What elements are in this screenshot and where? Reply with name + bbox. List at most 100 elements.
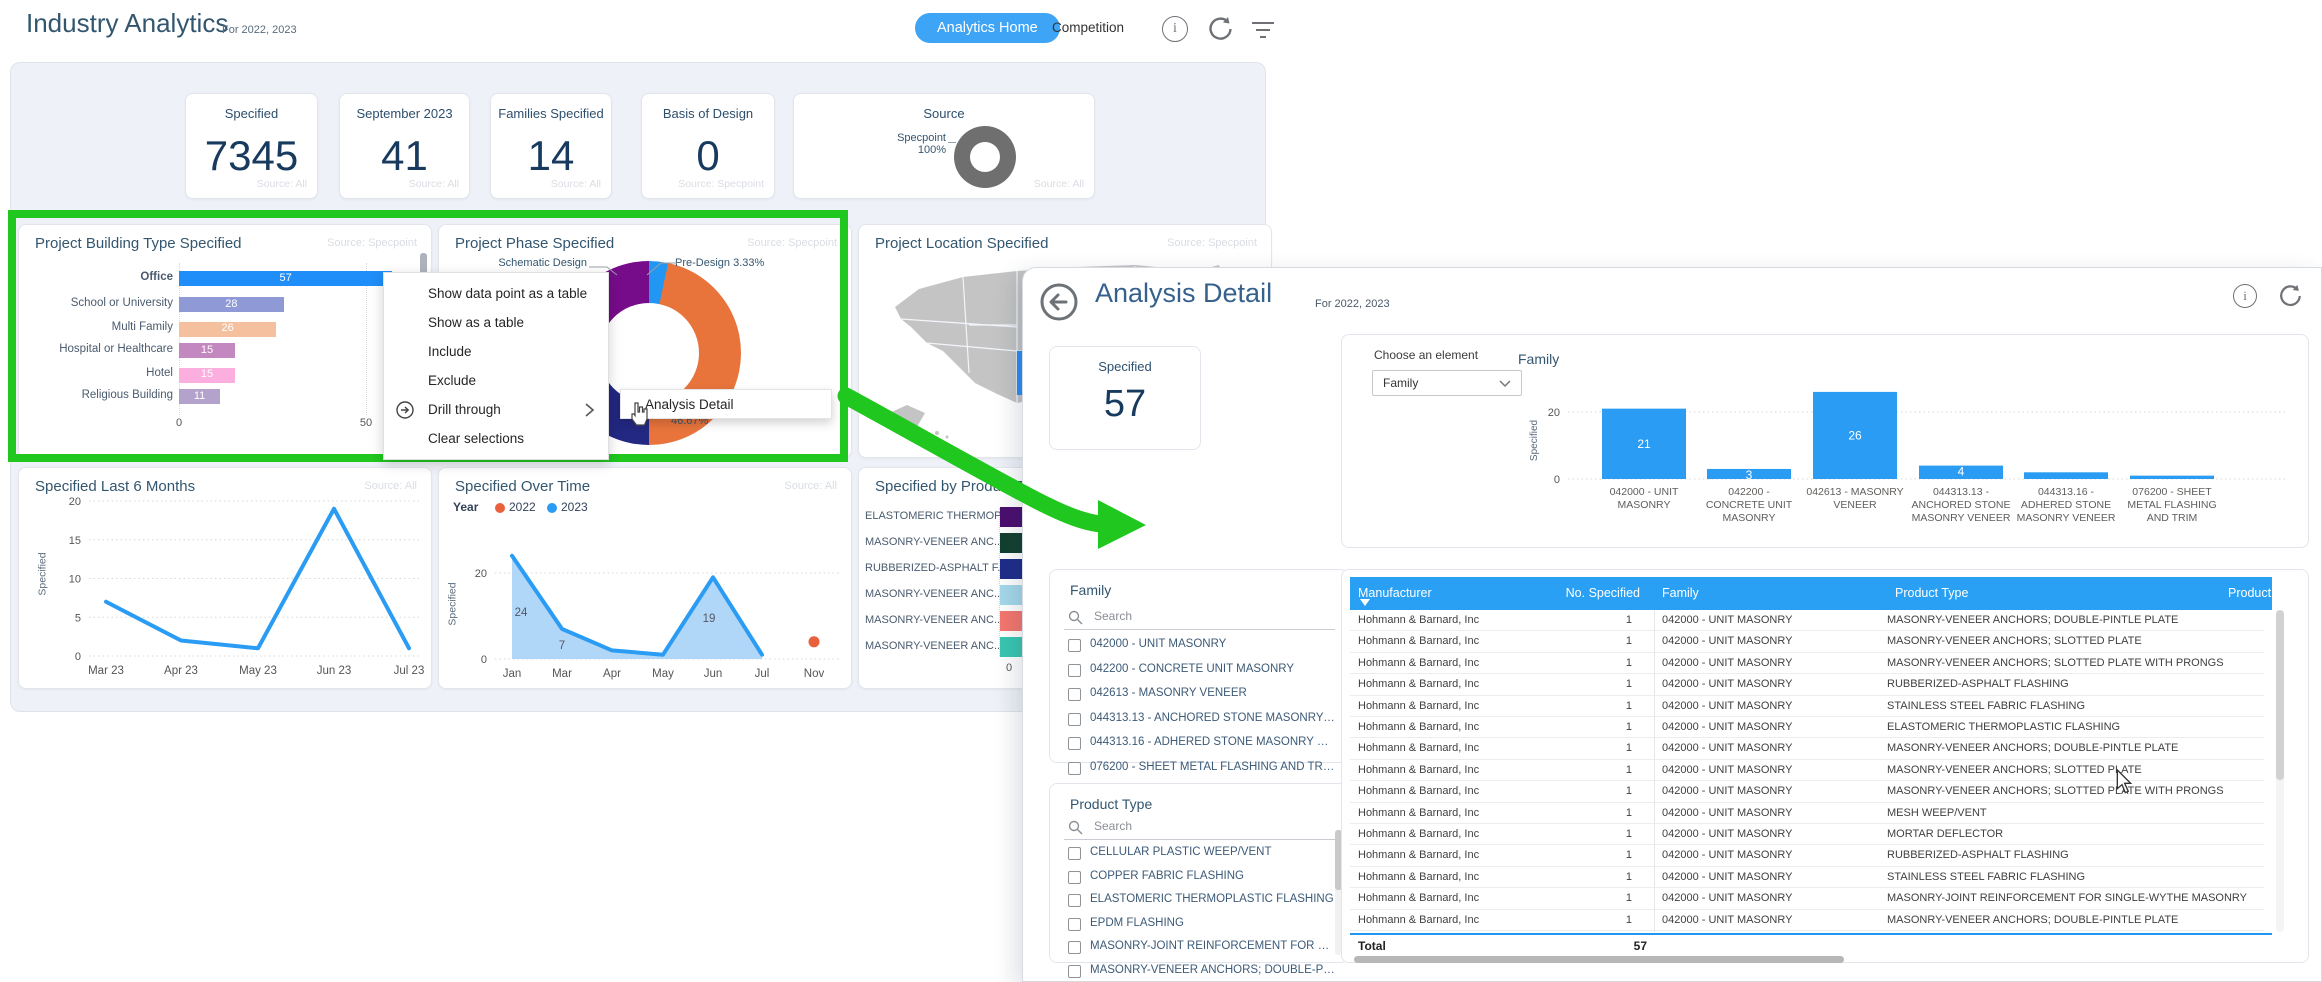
menu-item-clear-selections[interactable]: Clear selections (384, 424, 608, 453)
checkbox[interactable] (1068, 965, 1081, 978)
filter-item[interactable]: 044313.13 - ANCHORED STONE MASONRY VENEE… (1066, 710, 1337, 732)
filter-item[interactable]: EPDM FLASHING (1066, 915, 1337, 937)
bar-category-label[interactable]: Hospital or Healthcare (29, 343, 173, 355)
table-row[interactable]: Hohmann & Barnard, Inc1042000 - UNIT MAS… (1350, 803, 2264, 824)
svg-text:AND TRIM: AND TRIM (2147, 512, 2198, 524)
bar-category-label[interactable]: MASONRY-VENEER ANC... (865, 614, 995, 626)
table-row[interactable]: Hohmann & Barnard, Inc1042000 - UNIT MAS… (1350, 631, 2264, 652)
last6-line-svg: 05101520Mar 23Apr 23May 23Jun 23Jul 23 (19, 468, 433, 690)
svg-text:MASONRY VENEER: MASONRY VENEER (2017, 512, 2116, 524)
bar[interactable] (1000, 507, 1023, 527)
bar[interactable] (1000, 559, 1023, 579)
horizontal-scrollbar-thumb[interactable] (1354, 956, 1844, 963)
table-row[interactable]: Hohmann & Barnard, Inc1042000 - UNIT MAS… (1350, 910, 2264, 931)
cell-manufacturer: Hohmann & Barnard, Inc (1358, 614, 1479, 626)
bar-category-label[interactable]: MASONRY-VENEER ANC... (865, 640, 995, 652)
filter-item[interactable]: 044313.16 - ADHERED STONE MASONRY VENEER (1066, 734, 1337, 756)
table-row[interactable]: Hohmann & Barnard, Inc1042000 - UNIT MAS… (1350, 738, 2264, 759)
bar-category-label[interactable]: MASONRY-VENEER ANC... (865, 588, 995, 600)
bar[interactable] (1000, 533, 1023, 553)
menu-item-show-data-point-as-a-table[interactable]: Show data point as a table (384, 279, 608, 308)
refresh-icon[interactable] (2277, 283, 2303, 309)
kpi-title: September 2023 (340, 106, 469, 121)
table-row[interactable]: Hohmann & Barnard, Inc1042000 - UNIT MAS… (1350, 696, 2264, 717)
info-icon[interactable]: i (1162, 16, 1188, 42)
family-search-input[interactable] (1094, 609, 1244, 623)
nav-analytics-home-button[interactable]: Analytics Home (915, 13, 1060, 43)
table-row[interactable]: Hohmann & Barnard, Inc1042000 - UNIT MAS… (1350, 845, 2264, 866)
table-header-family[interactable]: Family (1662, 577, 1699, 609)
menu-item-show-as-a-table[interactable]: Show as a table (384, 308, 608, 337)
info-icon[interactable]: i (2233, 284, 2257, 308)
checkbox[interactable] (1068, 713, 1081, 726)
family-bar[interactable] (2024, 472, 2108, 479)
filter-item[interactable]: 042000 - UNIT MASONRY (1066, 636, 1337, 658)
filter-item[interactable]: COPPER FABRIC FLASHING (1066, 868, 1337, 890)
svg-text:0: 0 (481, 654, 487, 666)
checkbox[interactable] (1068, 871, 1081, 884)
refresh-icon[interactable] (1206, 15, 1234, 43)
kpi-source-label: Source: Specpoint (678, 178, 764, 190)
checkbox[interactable] (1068, 737, 1081, 750)
back-button[interactable] (1039, 282, 1079, 322)
filter-item[interactable]: CELLULAR PLASTIC WEEP/VENT (1066, 844, 1337, 866)
bar-category-label[interactable]: ELASTOMERIC THERMOP... (865, 510, 995, 522)
kpi-card: Families Specified14Source: All (490, 93, 612, 199)
table-row[interactable]: Hohmann & Barnard, Inc1042000 - UNIT MAS… (1350, 867, 2264, 888)
bar-category-label[interactable]: School or University (29, 297, 173, 309)
kpi-source-label: Source: All (551, 178, 601, 190)
bar-category-label[interactable]: Hotel (29, 367, 173, 379)
vertical-scrollbar-thumb[interactable] (2276, 610, 2284, 780)
checkbox[interactable] (1068, 847, 1081, 860)
filter-item[interactable]: ELASTOMERIC THERMOPLASTIC FLASHING (1066, 891, 1337, 913)
nav-competition-button[interactable]: Competition (1052, 20, 1124, 35)
table-header-product[interactable]: Product (2228, 577, 2271, 609)
table-row[interactable]: Hohmann & Barnard, Inc1042000 - UNIT MAS… (1350, 674, 2264, 695)
product-type-search-input[interactable] (1094, 819, 1244, 833)
checkbox[interactable] (1068, 664, 1081, 677)
cell-manufacturer: Hohmann & Barnard, Inc (1358, 678, 1479, 690)
filter-item[interactable]: 042200 - CONCRETE UNIT MASONRY (1066, 661, 1337, 683)
filter-item[interactable]: 076200 - SHEET METAL FLASHING AND TRIM (1066, 759, 1337, 781)
checkbox[interactable] (1068, 639, 1081, 652)
bar[interactable] (1000, 585, 1023, 605)
menu-item-include[interactable]: Include (384, 337, 608, 366)
table-row[interactable]: Hohmann & Barnard, Inc1042000 - UNIT MAS… (1350, 653, 2264, 674)
checkbox[interactable] (1068, 762, 1081, 775)
sort-descending-icon[interactable] (1360, 599, 1370, 606)
bar[interactable] (1000, 637, 1023, 657)
filter-item[interactable]: MASONRY-JOINT REINFORCEMENT FOR SINGLE-W… (1066, 938, 1337, 960)
filter-item[interactable]: MASONRY-VENEER ANCHORS; DOUBLE-PINTLE PL… (1066, 962, 1337, 982)
bar-category-label[interactable]: RUBBERIZED-ASPHALT F... (865, 562, 995, 574)
table-row[interactable]: Hohmann & Barnard, Inc1042000 - UNIT MAS… (1350, 888, 2264, 909)
bar-category-label[interactable]: Religious Building (29, 389, 173, 401)
svg-text:METAL FLASHING: METAL FLASHING (2127, 499, 2216, 511)
bar-category-label[interactable]: Multi Family (29, 321, 173, 333)
checkbox[interactable] (1068, 918, 1081, 931)
chart-title: Project Building Type Specified (35, 235, 242, 252)
checkbox[interactable] (1068, 688, 1081, 701)
kpi-value: 41 (340, 132, 469, 180)
filter-icon[interactable] (1252, 22, 1274, 38)
bar[interactable] (1000, 611, 1023, 631)
table-row[interactable]: Hohmann & Barnard, Inc1042000 - UNIT MAS… (1350, 717, 2264, 738)
page-title: Industry Analytics (26, 8, 228, 39)
table-row[interactable]: Hohmann & Barnard, Inc1042000 - UNIT MAS… (1350, 610, 2264, 631)
filter-item-label: COPPER FABRIC FLASHING (1090, 870, 1335, 882)
bar-category-label[interactable]: Office (29, 271, 173, 283)
context-submenu-analysis-detail[interactable]: Analysis Detail (620, 389, 832, 419)
element-chart-card: Choose an element Family Family Specifie… (1341, 334, 2309, 548)
table-header-product-type[interactable]: Product Type (1895, 577, 1968, 609)
menu-item-drill-through[interactable]: Drill through (384, 395, 608, 424)
svg-text:042613 - MASONRY: 042613 - MASONRY (1806, 486, 1903, 498)
table-header-no-specified[interactable]: No. Specified (1520, 577, 1640, 609)
checkbox[interactable] (1068, 941, 1081, 954)
family-bar[interactable] (2130, 476, 2214, 479)
kpi-value: 57 (1050, 383, 1200, 426)
filter-item[interactable]: 042613 - MASONRY VENEER (1066, 685, 1337, 707)
table-row[interactable]: Hohmann & Barnard, Inc1042000 - UNIT MAS… (1350, 824, 2264, 845)
bar-category-label[interactable]: MASONRY-VENEER ANC... (865, 536, 995, 548)
menu-item-exclude[interactable]: Exclude (384, 366, 608, 395)
checkbox[interactable] (1068, 894, 1081, 907)
leader-line (948, 142, 956, 143)
